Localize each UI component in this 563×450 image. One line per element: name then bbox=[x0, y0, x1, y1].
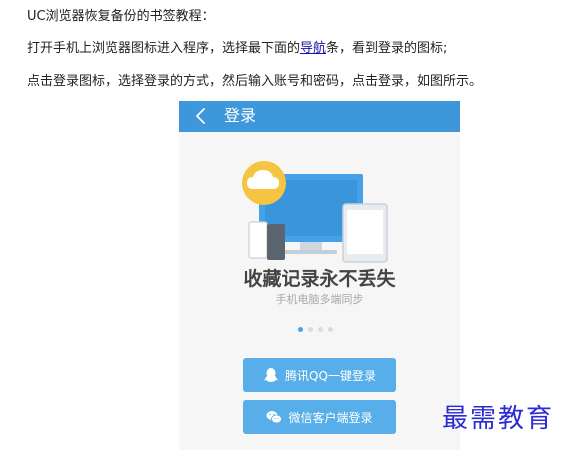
qq-penguin-icon bbox=[264, 368, 279, 382]
qq-login-button[interactable]: 腾讯QQ一键登录 bbox=[243, 358, 396, 392]
cloud-devices-icon bbox=[242, 161, 388, 263]
phone-screenshot: 登录 收藏记录永不丢失 手机电脑多端同步 腾讯QQ一键登录 微信客户端登录 bbox=[179, 101, 460, 450]
carousel-dot[interactable] bbox=[308, 327, 313, 332]
wechat-login-button[interactable]: 微信客户端登录 bbox=[243, 400, 396, 434]
hero-subtitle: 手机电脑多端同步 bbox=[275, 293, 364, 306]
wechat-icon bbox=[266, 411, 283, 424]
step-1-text-after: 条，看到登录的图标; bbox=[326, 41, 448, 56]
article-step-2: 点击登录图标，选择登录的方式，然后输入账号和密码，点击登录，如图所示。 bbox=[27, 74, 483, 89]
app-bar: 登录 bbox=[179, 101, 460, 132]
qq-login-label: 腾讯QQ一键登录 bbox=[285, 368, 376, 383]
wechat-login-label: 微信客户端登录 bbox=[288, 410, 373, 425]
article-heading: UC浏览器恢复备份的书签教程： bbox=[27, 9, 215, 24]
article-step-1: 打开手机上浏览器图标进入程序，选择最下面的导航条，看到登录的图标; bbox=[27, 40, 447, 58]
carousel-dot[interactable] bbox=[318, 327, 323, 332]
carousel-dot[interactable] bbox=[298, 327, 303, 332]
navigation-link[interactable]: 导航 bbox=[300, 41, 326, 56]
hero-title: 收藏记录永不丢失 bbox=[243, 268, 396, 290]
watermark: 最需教育 bbox=[442, 404, 555, 434]
carousel-dot[interactable] bbox=[328, 327, 333, 332]
step-1-text-before: 打开手机上浏览器图标进入程序，选择最下面的 bbox=[27, 41, 301, 56]
carousel-indicator bbox=[298, 327, 342, 333]
page-title: 登录 bbox=[224, 106, 257, 125]
page: UC浏览器恢复备份的书签教程： 打开手机上浏览器图标进入程序，选择最下面的导航条… bbox=[0, 0, 563, 450]
chevron-left-icon[interactable] bbox=[193, 107, 211, 125]
